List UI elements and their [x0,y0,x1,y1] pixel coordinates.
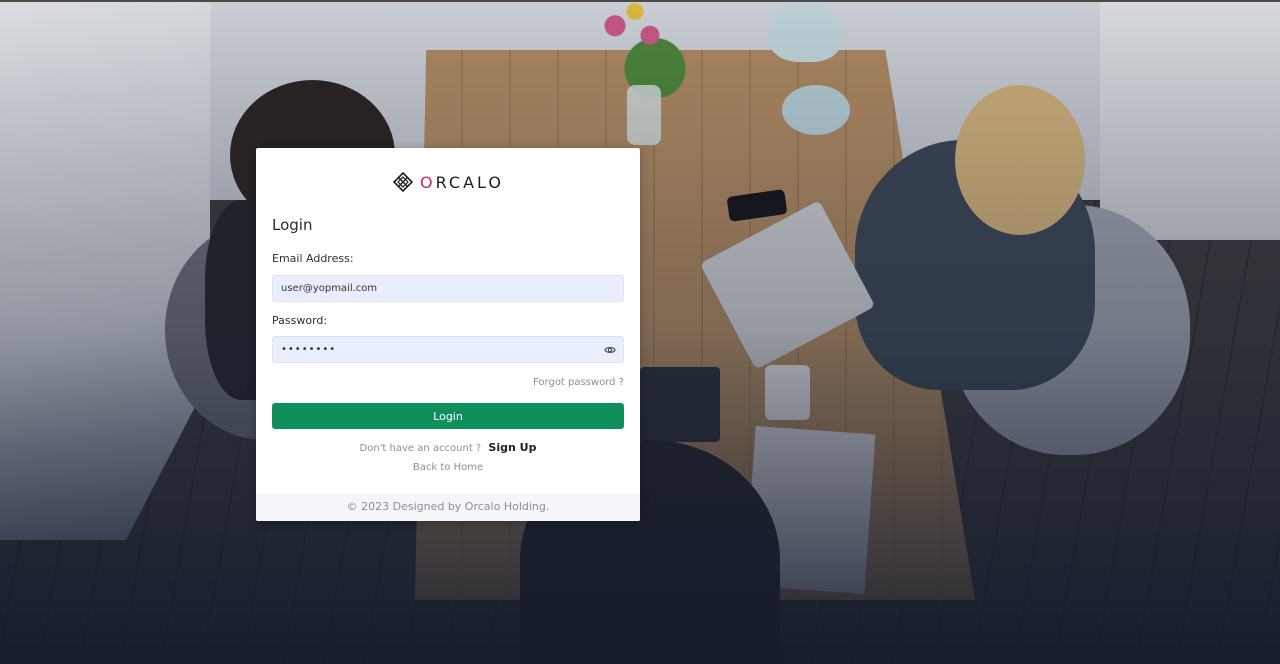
eye-icon[interactable] [604,345,616,355]
top-divider [0,0,1280,2]
sign-up-link[interactable]: Sign Up [488,441,536,454]
password-field[interactable] [272,336,624,363]
brand-name: ORCALO [420,172,504,192]
login-button[interactable]: Login [272,403,624,429]
password-label: Password: [272,314,328,327]
background-photo [0,0,1280,664]
signup-prompt: Don't have an account ? Sign Up [256,441,640,454]
brand-logo: ORCALO [256,170,640,194]
no-account-text: Don't have an account ? [359,443,482,454]
email-field[interactable] [272,275,624,302]
email-label: Email Address: [272,252,354,265]
login-title: Login [272,216,313,234]
forgot-password-link[interactable]: Forgot password ? [533,377,624,388]
back-to-home-link[interactable]: Back to Home [256,462,640,473]
login-page: ORCALO Login Email Address: Password: Fo… [0,0,1280,664]
card-footer: © 2023 Designed by Orcalo Holding. [256,493,640,521]
login-card: ORCALO Login Email Address: Password: Fo… [256,148,640,521]
logo-mark-icon [392,171,414,193]
